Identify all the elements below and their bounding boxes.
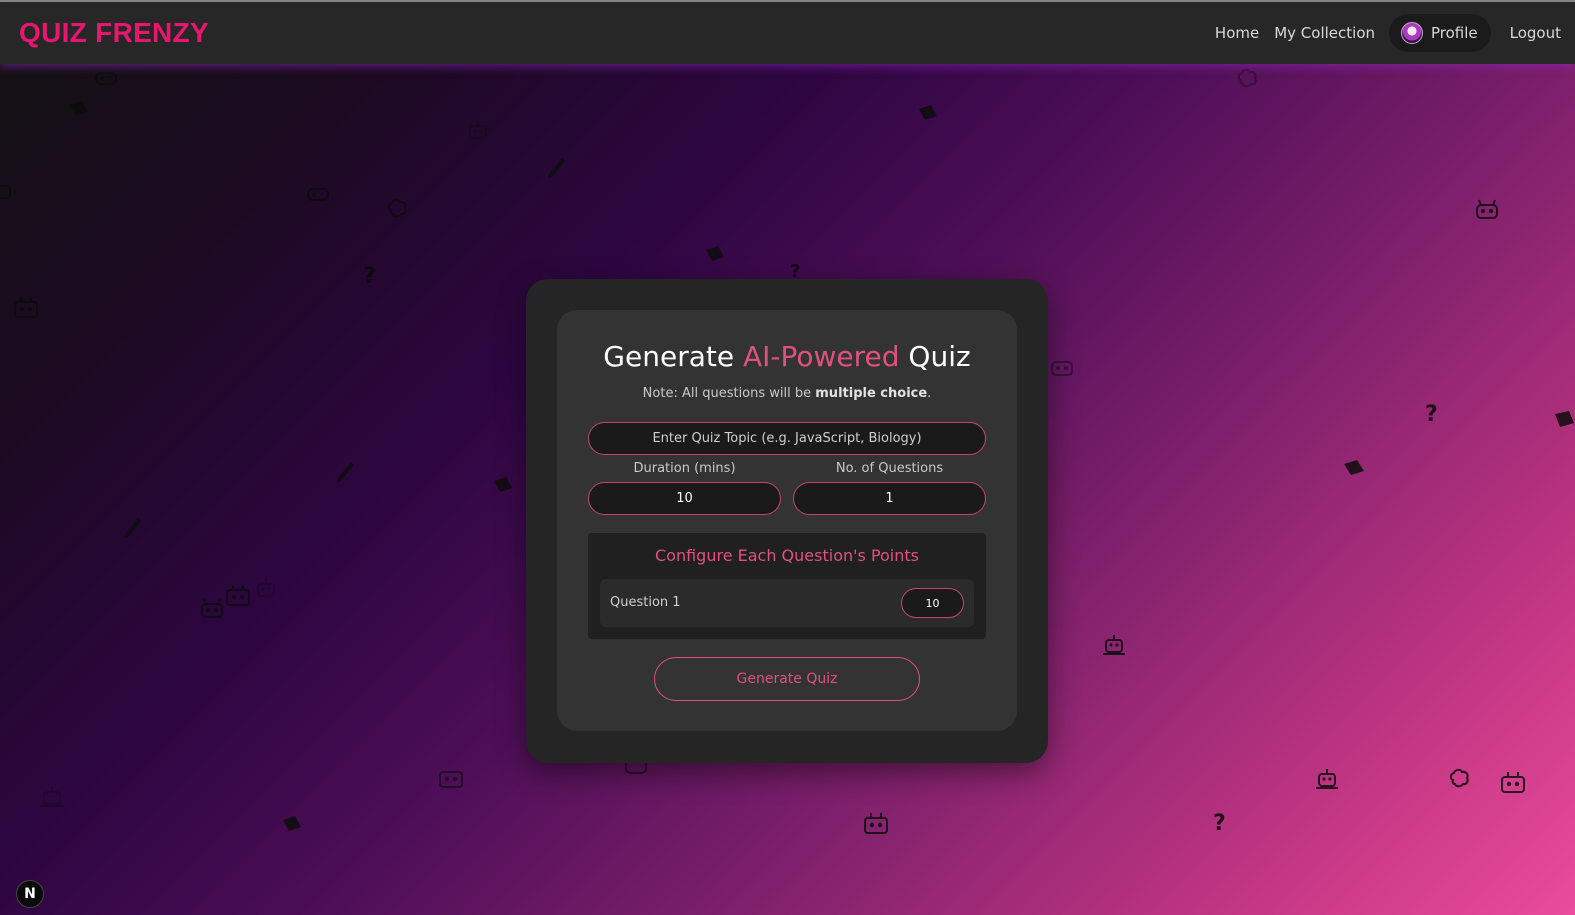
duration-input[interactable]	[588, 482, 781, 515]
pencil-icon	[122, 516, 142, 540]
robot-icon	[1315, 766, 1339, 790]
quiz-generator-card: Generate AI-Powered Quiz Note: All quest…	[526, 279, 1048, 763]
title-prefix: Generate	[603, 340, 743, 373]
question-mark-icon: ?	[1425, 402, 1438, 427]
robot-icon	[200, 598, 224, 620]
gamepad-icon	[95, 70, 117, 86]
robot-icon	[0, 180, 14, 202]
robot-icon	[225, 582, 251, 608]
question-mark-icon: ?	[1213, 811, 1226, 836]
question-points-input[interactable]	[901, 588, 964, 618]
question-count-label: No. of Questions	[835, 461, 944, 476]
question-label: Question 1	[610, 595, 681, 610]
robot-icon	[438, 764, 464, 790]
question-points-section: Configure Each Question's Points Questio…	[588, 533, 986, 639]
duration-label: Duration (mins)	[633, 461, 736, 476]
robot-icon	[13, 294, 39, 320]
robot-icon	[1500, 769, 1526, 795]
brain-icon	[1448, 768, 1472, 790]
generate-quiz-button[interactable]: Generate Quiz	[654, 657, 920, 701]
nav-home-link[interactable]: Home	[1215, 24, 1259, 42]
question-count-input[interactable]	[793, 482, 986, 515]
next-logo-icon[interactable]: N	[16, 880, 44, 908]
question-mark-icon: ?	[363, 264, 376, 289]
robot-icon	[254, 576, 278, 600]
nav-links: Home My Collection Profile Logout	[1215, 14, 1561, 52]
profile-button[interactable]: Profile	[1389, 14, 1491, 52]
robot-icon	[466, 118, 490, 142]
book-icon	[492, 476, 514, 494]
avatar-icon	[1401, 22, 1423, 44]
question-points-row: Question 1	[600, 579, 974, 627]
title-suffix: Quiz	[899, 340, 971, 373]
book-icon	[281, 815, 303, 833]
book-icon	[1342, 458, 1366, 478]
note-suffix: .	[927, 386, 932, 401]
nav-my-collection-link[interactable]: My Collection	[1274, 24, 1375, 42]
pencil-icon	[546, 156, 566, 180]
logout-link[interactable]: Logout	[1510, 24, 1561, 42]
robot-icon	[1050, 356, 1074, 378]
book-icon	[68, 100, 90, 118]
pencil-icon	[335, 460, 355, 484]
brain-icon	[1236, 68, 1260, 90]
robot-icon	[1102, 632, 1126, 656]
book-icon	[1551, 410, 1575, 432]
page-title: Generate AI-Powered Quiz	[557, 340, 1017, 373]
book-icon	[704, 245, 726, 263]
title-accent: AI-Powered	[742, 340, 900, 373]
brand-logo[interactable]: QUIZ FRENZY	[19, 17, 209, 49]
gamepad-icon	[307, 186, 329, 202]
note-bold: multiple choice	[815, 386, 928, 401]
quiz-generator-panel: Generate AI-Powered Quiz Note: All quest…	[557, 310, 1017, 731]
robot-icon	[863, 810, 889, 836]
question-points-title: Configure Each Question's Points	[654, 546, 919, 565]
multiple-choice-note: Note: All questions will be multiple cho…	[557, 386, 1017, 401]
brain-icon	[386, 198, 410, 220]
profile-label: Profile	[1431, 24, 1478, 42]
robot-icon	[40, 784, 64, 808]
quiz-topic-input[interactable]	[588, 422, 986, 455]
robot-icon	[1474, 198, 1500, 222]
top-navbar: QUIZ FRENZY Home My Collection Profile L…	[0, 2, 1575, 64]
note-prefix: Note: All questions will be	[642, 386, 816, 401]
book-icon	[917, 104, 939, 122]
